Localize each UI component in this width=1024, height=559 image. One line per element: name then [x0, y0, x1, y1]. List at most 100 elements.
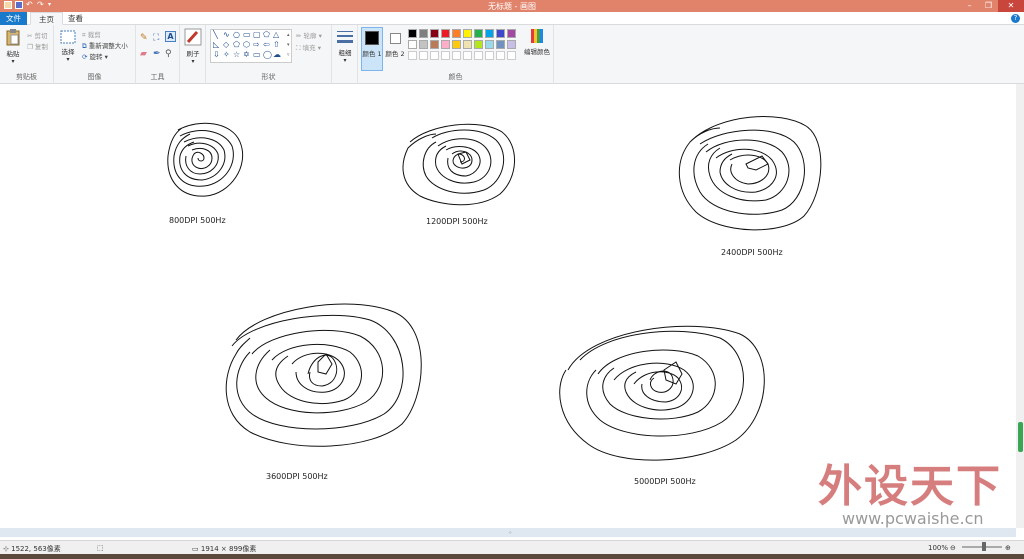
eraser-icon[interactable]: ▰	[140, 49, 147, 59]
right-triangle-shape-icon[interactable]: ◺	[213, 40, 219, 49]
palette-color-swatch[interactable]	[463, 29, 472, 38]
restore-icon[interactable]: ❐	[979, 0, 998, 12]
palette-color-swatch[interactable]	[430, 29, 439, 38]
palette-color-swatch[interactable]	[485, 40, 494, 49]
hexagon-shape-icon[interactable]: ⬡	[243, 40, 250, 49]
triangle-shape-icon[interactable]: △	[273, 30, 279, 39]
size-group: 粗细 ▾	[332, 25, 358, 84]
resize-button[interactable]: ⧉ 重新调整大小	[82, 40, 128, 51]
color-picker-icon[interactable]: ✒	[153, 49, 161, 59]
minimize-icon[interactable]: –	[960, 0, 979, 12]
palette-color-swatch[interactable]	[496, 51, 505, 60]
zoom-out-button[interactable]: ⊖	[950, 544, 956, 552]
rectangle-shape-icon[interactable]: ▭	[243, 30, 251, 39]
select-button[interactable]: 选择 ▾	[59, 30, 77, 63]
vertical-scrollbar[interactable]	[1016, 84, 1024, 528]
palette-color-swatch[interactable]	[419, 29, 428, 38]
palette-color-swatch[interactable]	[452, 51, 461, 60]
palette-color-swatch[interactable]	[452, 40, 461, 49]
palette-color-swatch[interactable]	[507, 51, 516, 60]
copy-button[interactable]: ❐ 复制	[27, 41, 48, 51]
four-point-star-shape-icon[interactable]: ✧	[223, 50, 230, 59]
paste-button[interactable]: 粘贴 ▾	[3, 28, 23, 65]
edit-colors-button[interactable]: 编辑颜色	[523, 28, 551, 56]
up-arrow-shape-icon[interactable]: ⇧	[273, 40, 280, 49]
cloud-shape-icon[interactable]: ☁	[273, 50, 281, 59]
pentagon-shape-icon[interactable]: ⬠	[233, 40, 240, 49]
color1-button[interactable]: 颜色 1	[361, 27, 383, 71]
help-icon[interactable]: ?	[1011, 14, 1020, 23]
callout-rect-shape-icon[interactable]: ▭	[253, 50, 261, 59]
palette-color-swatch[interactable]	[474, 40, 483, 49]
tab-home[interactable]: 主页	[30, 12, 63, 25]
palette-color-swatch[interactable]	[419, 51, 428, 60]
brushes-label: 刷子	[186, 50, 200, 58]
scroll-down-icon[interactable]: ▾	[287, 42, 290, 48]
text-tool-icon[interactable]: A	[165, 31, 176, 42]
curve-shape-icon[interactable]: ∿	[223, 30, 230, 39]
callout-oval-shape-icon[interactable]: ◯	[263, 50, 272, 59]
rounded-rect-shape-icon[interactable]: ▢	[253, 30, 261, 39]
rotate-button[interactable]: ⟳ 旋转 ▾	[82, 51, 108, 61]
fill-button[interactable]: ⛶ 填充 ▾	[296, 42, 321, 53]
oval-shape-icon[interactable]: ○	[233, 30, 240, 39]
size-button[interactable]: 粗细 ▾	[335, 29, 355, 64]
chevron-down-icon: ▾	[343, 57, 347, 64]
shapes-gallery[interactable]: ╲ ∿ ○ ▭ ▢ ⬠ △ ◺ ◇ ⬠ ⬡ ⇨ ⇦ ⇧ ⇩ ✧ ☆ ✡ ▭ ◯ …	[210, 29, 292, 63]
cut-button[interactable]: ✂ 剪切	[27, 30, 48, 40]
palette-color-swatch[interactable]	[408, 51, 417, 60]
palette-color-swatch[interactable]	[452, 29, 461, 38]
palette-color-swatch[interactable]	[441, 40, 450, 49]
palette-color-swatch[interactable]	[474, 29, 483, 38]
palette-color-swatch[interactable]	[463, 40, 472, 49]
palette-color-swatch[interactable]	[408, 29, 417, 38]
palette-color-swatch[interactable]	[430, 40, 439, 49]
left-arrow-shape-icon[interactable]: ⇦	[263, 40, 270, 49]
zoom-in-button[interactable]: ⊕	[1005, 544, 1011, 552]
palette-color-swatch[interactable]	[496, 29, 505, 38]
fill-bucket-icon[interactable]: ⛶	[153, 33, 159, 43]
spiral-drawing-5000dpi	[559, 325, 765, 461]
tab-file[interactable]: 文件	[0, 12, 27, 25]
horizontal-scrollbar[interactable]: ⁘	[0, 528, 1016, 537]
color2-button[interactable]: 颜色 2	[385, 27, 405, 71]
zoom-slider-thumb[interactable]	[982, 542, 986, 551]
palette-color-swatch[interactable]	[507, 29, 516, 38]
tab-view[interactable]: 查看	[60, 12, 91, 25]
palette-color-swatch[interactable]	[463, 51, 472, 60]
palette-color-swatch[interactable]	[474, 51, 483, 60]
zoom-slider[interactable]	[962, 542, 1002, 551]
clipboard-group: 粘贴 ▾ ✂ 剪切 ❐ 复制 剪贴板	[0, 25, 54, 84]
crop-button[interactable]: ⌗ 裁剪	[82, 29, 101, 40]
vertical-scroll-thumb[interactable]	[1018, 422, 1023, 452]
five-point-star-shape-icon[interactable]: ☆	[233, 50, 240, 59]
palette-color-swatch[interactable]	[485, 29, 494, 38]
six-point-star-shape-icon[interactable]: ✡	[243, 50, 250, 59]
palette-color-swatch[interactable]	[430, 51, 439, 60]
polygon-shape-icon[interactable]: ⬠	[263, 30, 270, 39]
expand-gallery-icon[interactable]: ▿	[287, 52, 290, 58]
select-icon	[60, 30, 76, 44]
down-arrow-shape-icon[interactable]: ⇩	[213, 50, 220, 59]
drawing-label-1200dpi: 1200DPI 500Hz	[426, 217, 488, 226]
palette-color-swatch[interactable]	[441, 29, 450, 38]
cut-label: 剪切	[34, 32, 48, 40]
diamond-shape-icon[interactable]: ◇	[223, 40, 229, 49]
palette-color-swatch[interactable]	[485, 51, 494, 60]
scroll-up-icon[interactable]: ▴	[287, 32, 290, 38]
palette-color-swatch[interactable]	[419, 40, 428, 49]
palette-color-swatch[interactable]	[408, 40, 417, 49]
line-shape-icon[interactable]: ╲	[213, 30, 218, 39]
brushes-button[interactable]: 刷子 ▾	[183, 28, 203, 65]
select-label: 选择	[61, 48, 75, 56]
pencil-icon[interactable]: ✎	[140, 33, 148, 43]
close-icon[interactable]: ✕	[998, 0, 1024, 12]
right-arrow-shape-icon[interactable]: ⇨	[253, 40, 260, 49]
palette-color-swatch[interactable]	[441, 51, 450, 60]
palette-color-swatch[interactable]	[507, 40, 516, 49]
palette-color-swatch[interactable]	[496, 40, 505, 49]
magnifier-icon[interactable]: ⚲	[165, 49, 172, 59]
window-controls: – ❐ ✕	[960, 0, 1024, 12]
drawing-label-2400dpi: 2400DPI 500Hz	[721, 248, 783, 257]
outline-button[interactable]: ✏ 轮廓 ▾	[296, 30, 322, 40]
